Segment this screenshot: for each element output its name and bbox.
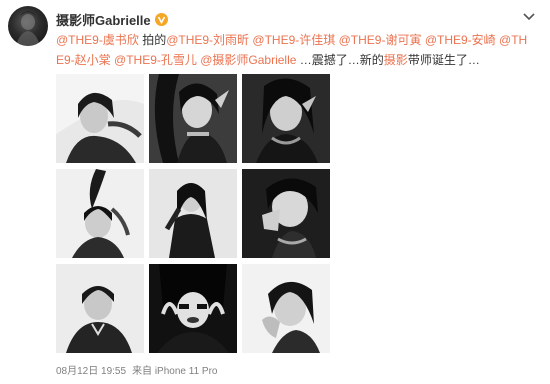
chevron-down-icon[interactable] xyxy=(522,12,536,22)
mention-link[interactable]: @THE9-刘雨昕 xyxy=(166,33,249,47)
verified-badge-icon xyxy=(154,12,168,26)
weibo-post-card: 摄影师Gabrielle @THE9-虞书欣 拍的@THE9-刘雨昕 @THE9… xyxy=(0,0,550,384)
avatar[interactable] xyxy=(8,6,48,46)
post-date[interactable]: 08月12日 19:55 xyxy=(56,362,126,377)
post-text-fragment: 带师诞生了… xyxy=(407,53,480,67)
photo-1[interactable] xyxy=(56,74,144,163)
photo-7[interactable] xyxy=(56,264,144,353)
mention-link[interactable]: @THE9-许佳琪 xyxy=(252,33,335,47)
photo-4[interactable] xyxy=(56,169,144,258)
post-text: @THE9-虞书欣 拍的@THE9-刘雨昕 @THE9-许佳琪 @THE9-谢可… xyxy=(56,30,534,70)
photo-9[interactable] xyxy=(242,264,330,353)
photo-6[interactable] xyxy=(242,169,330,258)
photo-grid xyxy=(56,74,330,354)
mention-link[interactable]: @THE9-虞书欣 xyxy=(56,33,139,47)
post-meta: 08月12日 19:55 来自 iPhone 11 Pro xyxy=(56,362,217,377)
post-source: 来自 iPhone 11 Pro xyxy=(132,366,218,377)
mention-link[interactable]: @THE9-安崎 xyxy=(425,33,496,47)
post-text-fragment: 拍的 xyxy=(138,33,167,47)
mention-link[interactable]: @THE9-孔雪儿 xyxy=(114,53,197,67)
username-row: 摄影师Gabrielle xyxy=(56,10,168,28)
mention-link[interactable]: @THE9-谢可寅 xyxy=(339,33,422,47)
mention-link[interactable]: @摄影师Gabrielle xyxy=(200,53,296,67)
username[interactable]: 摄影师Gabrielle xyxy=(56,10,151,29)
photo-5[interactable] xyxy=(149,169,237,258)
photo-2[interactable] xyxy=(149,74,237,163)
mention-link[interactable]: 摄影 xyxy=(384,53,408,67)
photo-8[interactable] xyxy=(149,264,237,353)
photo-3[interactable] xyxy=(242,74,330,163)
post-text-fragment: …震撼了…新的 xyxy=(296,53,384,67)
